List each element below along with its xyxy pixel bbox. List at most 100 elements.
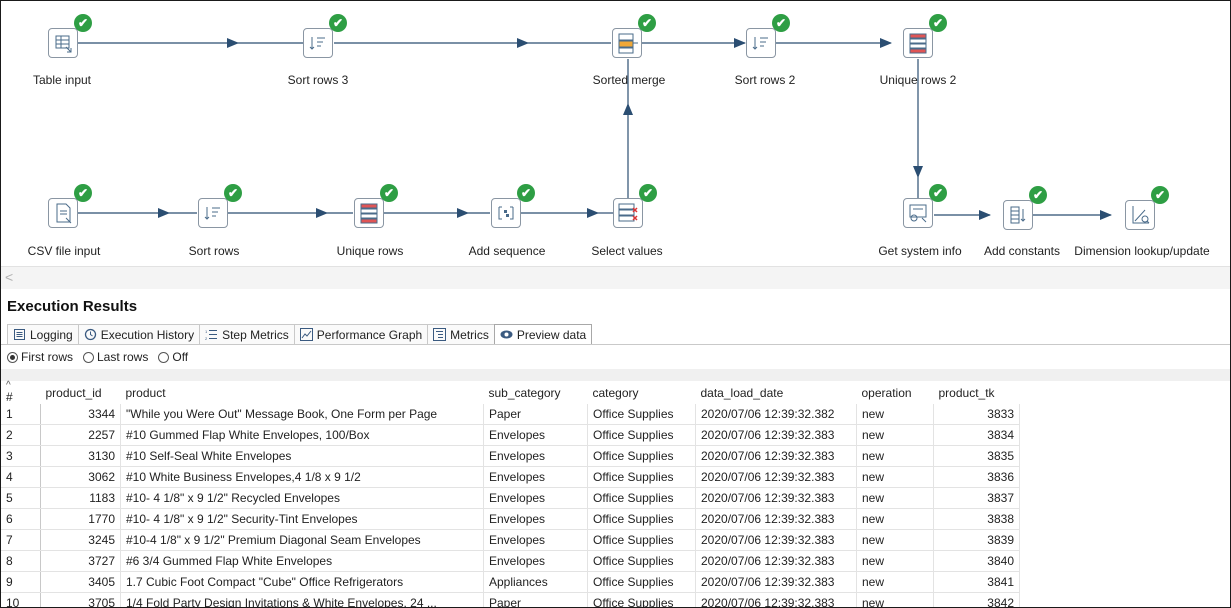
step-get-system-info[interactable]: ✔ — [903, 184, 947, 228]
log-icon — [14, 329, 25, 340]
tab-metrics[interactable]: Metrics — [427, 324, 495, 344]
step-table-input[interactable]: ✔ — [48, 14, 92, 58]
status-ok-icon: ✔ — [929, 184, 947, 202]
tab-divider — [1, 344, 1230, 345]
column-header-operation[interactable]: operation — [856, 381, 934, 404]
table-cell: 2020/07/06 12:39:32.383 — [695, 466, 857, 488]
step-add-sequence[interactable]: ✔ — [491, 184, 535, 228]
system-info-icon — [903, 198, 933, 228]
csv-file-icon — [48, 198, 78, 228]
tab-label: Preview data — [516, 327, 587, 342]
metrics-icon — [433, 328, 447, 341]
table-cell: #6 3/4 Gummed Flap White Envelopes — [120, 550, 484, 572]
column-header-category[interactable]: category — [587, 381, 696, 404]
column-header-index[interactable]: ^ # — [1, 379, 41, 404]
table-cell: 3838 — [933, 508, 1020, 530]
graph-icon — [299, 328, 313, 341]
table-cell: 2020/07/06 12:39:32.383 — [695, 508, 857, 530]
step-label-add-sequence: Add sequence — [468, 244, 546, 258]
step-metrics-icon: 12 — [205, 329, 218, 341]
radio-first-rows[interactable]: First rows — [7, 350, 73, 364]
radio-dot[interactable] — [7, 351, 18, 363]
table-cell: Office Supplies — [587, 550, 696, 572]
step-csv-file-input[interactable]: ✔ — [48, 184, 92, 228]
tab-execution-history[interactable]: Execution History — [77, 324, 201, 344]
status-ok-icon: ✔ — [74, 184, 92, 202]
table-cell: 3839 — [933, 529, 1020, 551]
table-cell: Office Supplies — [587, 571, 696, 593]
step-select-values[interactable]: ✔ — [613, 184, 657, 228]
status-ok-icon: ✔ — [517, 184, 535, 202]
step-label-dimension-lookup: Dimension lookup/update — [1074, 244, 1210, 258]
table-cell: #10-4 1/8" x 9 1/2" Premium Diagonal Sea… — [120, 529, 484, 551]
tab-label: Performance Graph — [316, 327, 423, 342]
tab-preview-data[interactable]: Preview data — [493, 324, 593, 344]
execution-results-panel: Execution Results Logging Execution Hist… — [1, 290, 1230, 607]
status-ok-icon: ✔ — [772, 14, 790, 32]
step-unique-rows[interactable]: ✔ — [354, 184, 398, 228]
table-cell: 3727 — [40, 550, 121, 572]
radio-label: Off — [172, 350, 189, 364]
table-row[interactable]: 10 3705 1/4 Fold Party Design Invitations … — [1, 592, 1020, 607]
radio-off[interactable]: Off — [158, 350, 188, 364]
table-cell: Office Supplies — [587, 487, 696, 509]
table-row[interactable]: 2 2257 #10 Gummed Flap White Envelopes, 10… — [1, 424, 1020, 446]
canvas-horizontal-scrollbar[interactable]: < — [1, 266, 1230, 289]
step-sort-rows-2[interactable]: ✔ — [746, 14, 790, 58]
step-label-add-constants: Add constants — [983, 244, 1061, 258]
table-cell: 1 — [1, 404, 41, 425]
table-cell: 8 — [1, 550, 41, 572]
table-row[interactable]: 8 3727 #6 3/4 Gummed Flap White Envelopes E… — [1, 550, 1020, 572]
step-label-sort-rows-3: Sort rows 3 — [287, 73, 349, 87]
table-cell: Envelopes — [483, 445, 588, 467]
table-row[interactable]: 9 3405 1.7 Cubic Foot Compact "Cube" Offic… — [1, 571, 1020, 593]
preview-mode-options: First rows Last rows Off — [7, 346, 188, 368]
tab-logging[interactable]: Logging — [7, 324, 79, 344]
table-row[interactable]: 6 1770 #10- 4 1/8" x 9 1/2" Security-Tint … — [1, 508, 1020, 530]
column-header-product-tk[interactable]: product_tk — [933, 381, 1020, 404]
table-row[interactable]: 3 3130 #10 Self-Seal White Envelopes Envelo… — [1, 445, 1020, 467]
step-add-constants[interactable]: ✔ — [1003, 186, 1047, 230]
unique-rows-icon — [903, 28, 933, 58]
table-cell: "While you Were Out" Message Book, One F… — [120, 404, 484, 425]
table-cell: 2020/07/06 12:39:32.382 — [695, 404, 857, 425]
radio-last-rows[interactable]: Last rows — [83, 350, 148, 364]
step-label-unique-rows: Unique rows — [336, 244, 404, 258]
step-sort-rows-3[interactable]: ✔ — [303, 14, 347, 58]
scroll-left-arrow[interactable]: < — [5, 269, 13, 285]
table-cell: new — [856, 424, 934, 446]
table-row[interactable]: 4 3062 #10 White Business Envelopes,4 1/8 … — [1, 466, 1020, 488]
step-unique-rows-2[interactable]: ✔ — [903, 14, 947, 58]
column-header-sub-category[interactable]: sub_category — [483, 381, 588, 404]
column-header-data-load-date[interactable]: data_load_date — [695, 381, 857, 404]
table-row[interactable]: 7 3245 #10-4 1/8" x 9 1/2" Premium Diagona… — [1, 529, 1020, 551]
table-cell: Envelopes — [483, 508, 588, 530]
table-row[interactable]: 1 3344 "While you Were Out" Message Book, … — [1, 404, 1020, 425]
table-cell: 10 — [1, 592, 41, 607]
history-icon — [84, 328, 96, 341]
table-cell: 2020/07/06 12:39:32.383 — [695, 424, 857, 446]
tab-label: Logging — [30, 327, 73, 342]
table-cell: Office Supplies — [587, 466, 696, 488]
radio-dot[interactable] — [83, 351, 94, 363]
step-sorted-merge[interactable]: ✔ — [612, 14, 656, 58]
table-input-icon — [48, 28, 78, 58]
table-cell: new — [856, 487, 934, 509]
tab-step-metrics[interactable]: 12 Step Metrics — [199, 324, 295, 344]
tab-label: Metrics — [450, 327, 489, 342]
status-ok-icon: ✔ — [329, 14, 347, 32]
status-ok-icon: ✔ — [1151, 186, 1169, 204]
table-cell: Envelopes — [483, 487, 588, 509]
step-sort-rows[interactable]: ✔ — [198, 184, 242, 228]
transformation-canvas[interactable]: ✔ Table input ✔ Sort rows 3 ✔ Sorted mer… — [1, 1, 1230, 266]
column-header-product[interactable]: product — [120, 381, 484, 404]
step-dimension-lookup[interactable]: ✔ — [1125, 186, 1169, 230]
column-header-product-id[interactable]: product_id — [40, 381, 121, 404]
radio-dot[interactable] — [158, 351, 170, 363]
table-cell: 3834 — [933, 424, 1020, 446]
tab-performance-graph[interactable]: Performance Graph — [293, 324, 429, 344]
table-cell: 3837 — [933, 487, 1020, 509]
radio-label: First rows — [21, 350, 73, 364]
table-row[interactable]: 5 1183 #10- 4 1/8" x 9 1/2" Recycled Envel… — [1, 487, 1020, 509]
sort-up-icon: ^ — [6, 379, 11, 391]
